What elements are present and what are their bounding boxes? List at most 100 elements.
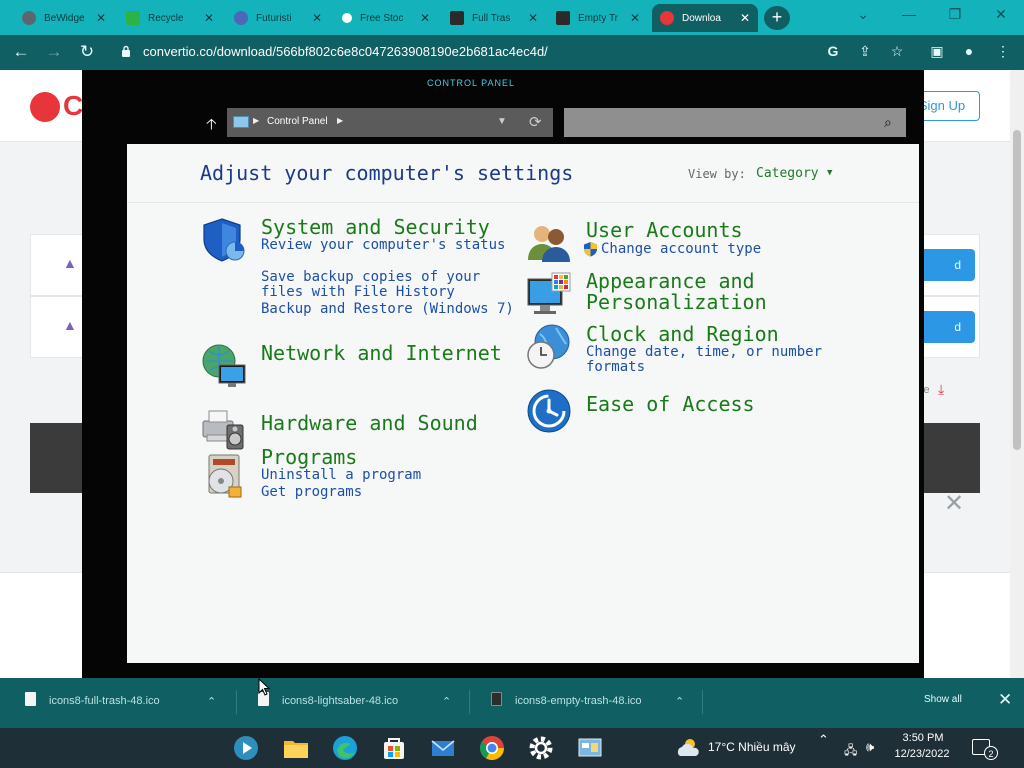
category-link[interactable]: Get programs: [261, 485, 521, 500]
back-button[interactable]: ←: [10, 42, 32, 62]
category-title[interactable]: Ease of Access: [586, 394, 846, 415]
view-by-dropdown[interactable]: Category: [756, 166, 819, 181]
browser-tab[interactable]: Recycle ✕: [118, 4, 222, 32]
monitor-palette-icon[interactable]: [526, 271, 572, 317]
chrome-icon[interactable]: [478, 734, 506, 762]
bookmark-star-icon[interactable]: ☆: [886, 43, 908, 60]
clock-globe-icon[interactable]: [526, 324, 572, 370]
category-title[interactable]: Hardware and Sound: [261, 413, 521, 434]
category-title[interactable]: Clock and Region: [586, 324, 846, 345]
close-tab-icon[interactable]: ✕: [740, 11, 750, 25]
category-title[interactable]: Programs: [261, 447, 521, 468]
browser-tab-active[interactable]: Downloa ✕: [652, 4, 758, 32]
close-tab-icon[interactable]: ✕: [96, 11, 106, 25]
printer-speaker-icon[interactable]: [201, 405, 247, 451]
browser-tab[interactable]: Futuristi ✕: [226, 4, 330, 32]
users-icon[interactable]: [526, 220, 572, 266]
programs-disc-icon[interactable]: [201, 453, 247, 499]
network-icon[interactable]: 🖧: [844, 741, 857, 762]
google-icon[interactable]: G: [822, 43, 844, 59]
close-tab-icon[interactable]: ✕: [630, 11, 640, 25]
ease-of-access-icon[interactable]: [526, 388, 572, 434]
media-player-icon[interactable]: [232, 734, 260, 762]
tab-search-icon[interactable]: ⌄: [852, 6, 874, 23]
download-shelf: icons8-full-trash-48.ico ⌃ icons8-lights…: [0, 678, 1024, 728]
cp-search-box[interactable]: ⌕: [564, 108, 906, 137]
download-item[interactable]: icons8-empty-trash-48.ico ⌃: [491, 692, 684, 708]
minimize-button[interactable]: —: [898, 6, 920, 22]
convertio-logo-icon[interactable]: [30, 92, 60, 122]
globe-network-icon[interactable]: [201, 343, 247, 389]
category-link[interactable]: Review your computer's status: [261, 238, 521, 253]
chevron-down-icon[interactable]: ▼: [497, 116, 507, 127]
menu-kebab-icon[interactable]: ⋮: [992, 43, 1014, 60]
close-tab-icon[interactable]: ✕: [204, 11, 214, 25]
weather-cloud-icon[interactable]: [676, 736, 700, 758]
browser-tab[interactable]: Empty Tr ✕: [548, 4, 648, 32]
shield-icon[interactable]: [201, 217, 247, 263]
logo-text[interactable]: C: [63, 90, 83, 122]
download-arrow-icon[interactable]: ⤓: [938, 381, 944, 398]
store-icon[interactable]: [380, 734, 408, 762]
download-button[interactable]: d: [919, 249, 975, 281]
close-tab-icon[interactable]: ✕: [312, 11, 322, 25]
scrollbar-thumb[interactable]: [1013, 130, 1021, 450]
volume-icon[interactable]: 🕪: [866, 739, 874, 755]
chevron-up-icon[interactable]: ⌃: [442, 695, 451, 708]
chevron-up-icon[interactable]: ⌃: [675, 695, 684, 708]
download-item[interactable]: icons8-lightsaber-48.ico ⌃: [258, 692, 451, 708]
category-title[interactable]: User Accounts: [586, 220, 846, 241]
close-icon[interactable]: ✕: [998, 690, 1012, 710]
close-tab-icon[interactable]: ✕: [528, 11, 538, 25]
image-file-icon: ▲: [63, 255, 77, 271]
download-item[interactable]: icons8-full-trash-48.ico ⌃: [25, 692, 216, 708]
profile-icon[interactable]: ●: [958, 43, 980, 59]
category-link[interactable]: Save backup copies of your files with Fi…: [261, 270, 521, 300]
weather-text[interactable]: 17°C Nhiều mây: [708, 740, 796, 754]
side-panel-icon[interactable]: ▣: [926, 43, 948, 60]
browser-tab[interactable]: Full Tras ✕: [442, 4, 546, 32]
lock-icon[interactable]: [121, 45, 131, 57]
category-link[interactable]: Change account type: [601, 242, 861, 257]
clock-date[interactable]: 12/23/2022: [886, 748, 958, 760]
download-button[interactable]: d: [919, 311, 975, 343]
category-link[interactable]: Change date, time, or number formats: [586, 345, 846, 375]
category-link[interactable]: Uninstall a program: [261, 468, 521, 483]
browser-tab-strip: BeWidge ✕ Recycle ✕ Futuristi ✕ Free Sto…: [0, 0, 1024, 35]
refresh-icon[interactable]: ⟳: [529, 113, 542, 131]
edge-browser-icon[interactable]: [331, 734, 359, 762]
chevron-right-icon[interactable]: ▶: [337, 116, 343, 125]
file-explorer-icon[interactable]: [282, 734, 310, 762]
chevron-right-icon[interactable]: ▶: [253, 116, 259, 125]
page-scrollbar[interactable]: [1010, 70, 1024, 678]
restore-button[interactable]: ❐: [944, 6, 966, 23]
chevron-up-icon[interactable]: ⌃: [818, 732, 829, 748]
search-icon[interactable]: ⌕: [884, 114, 892, 131]
cp-address-bar[interactable]: ▶ Control Panel ▶ ▼ ⟳: [227, 108, 553, 137]
breadcrumb[interactable]: Control Panel: [267, 116, 328, 127]
category-title[interactable]: Appearance and Personalization: [586, 271, 846, 313]
browser-tab[interactable]: Free Stoc ✕: [334, 4, 438, 32]
show-all-button[interactable]: Show all: [924, 694, 962, 705]
category-title[interactable]: Network and Internet: [261, 343, 521, 364]
taskbar: 17°C Nhiều mây ⌃ 🖧 🕪 3:50 PM 12/23/2022 …: [0, 728, 1024, 768]
new-tab-button[interactable]: +: [764, 6, 790, 30]
clock-time[interactable]: 3:50 PM: [900, 732, 946, 744]
category-title[interactable]: System and Security: [261, 217, 521, 238]
category-link[interactable]: Backup and Restore (Windows 7): [261, 302, 521, 317]
control-panel-app-icon[interactable]: [576, 734, 604, 762]
settings-gear-icon[interactable]: [527, 734, 555, 762]
close-window-button[interactable]: ✕: [990, 6, 1012, 23]
mail-icon[interactable]: [429, 734, 457, 762]
share-icon[interactable]: ⇪: [854, 43, 876, 60]
close-icon[interactable]: ✕: [944, 489, 964, 518]
chevron-up-icon[interactable]: ⌃: [207, 695, 216, 708]
up-arrow-button[interactable]: 🡡: [206, 114, 217, 139]
browser-tab[interactable]: BeWidge ✕: [14, 4, 114, 32]
image-file-icon: ▲: [63, 317, 77, 333]
chevron-down-icon[interactable]: ▼: [827, 168, 832, 178]
forward-button[interactable]: →: [43, 42, 65, 62]
reload-button[interactable]: ↻: [76, 42, 98, 62]
close-tab-icon[interactable]: ✕: [420, 11, 430, 25]
address-bar[interactable]: convertio.co/download/566bf802c6e8c04726…: [107, 40, 917, 65]
